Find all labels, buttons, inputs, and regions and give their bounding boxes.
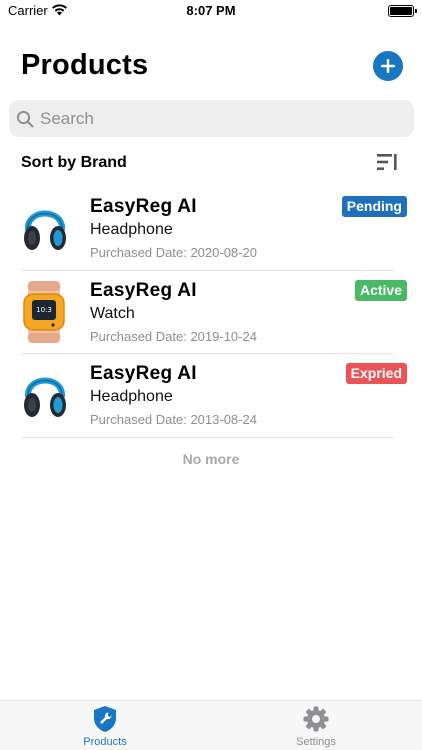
- status-badge-active: Active: [354, 279, 407, 301]
- product-list: EasyReg AI Headphone Purchased Date: 202…: [0, 187, 422, 438]
- tab-bar: Products Settings: [0, 700, 422, 750]
- add-product-button[interactable]: [373, 51, 403, 81]
- row-divider: [21, 436, 394, 438]
- product-name: EasyReg AI: [90, 196, 197, 217]
- watch-image: 10:3: [18, 280, 72, 343]
- headphone-image: [18, 199, 72, 257]
- purchase-date: Purchased Date: 2013-08-24: [90, 412, 257, 427]
- battery-icon: [388, 5, 417, 17]
- product-type: Headphone: [90, 388, 173, 405]
- search-input[interactable]: [40, 108, 380, 129]
- headphone-image: [18, 366, 72, 424]
- product-row[interactable]: 10:3 EasyReg AI Watch Purchased Date: 20…: [0, 271, 422, 354]
- product-row[interactable]: EasyReg AI Headphone Purchased Date: 202…: [0, 187, 422, 271]
- status-badge-pending: Pending: [341, 196, 407, 217]
- sort-label: Sort by Brand: [21, 154, 127, 171]
- status-badge-expired: Expried: [345, 363, 407, 384]
- plus-circle-icon: [381, 59, 395, 73]
- tab-products[interactable]: Products: [65, 705, 145, 748]
- gear-icon: [303, 706, 329, 732]
- purchase-date: Purchased Date: 2019-10-24: [90, 328, 257, 344]
- list-end-message: No more: [182, 451, 240, 467]
- clock: 8:07 PM: [186, 3, 236, 18]
- sort-icon[interactable]: [376, 152, 398, 172]
- search-bar[interactable]: [9, 100, 414, 137]
- search-icon: [16, 109, 36, 129]
- tab-settings-label: Settings: [296, 736, 336, 748]
- svg-text:10:3: 10:3: [36, 306, 52, 314]
- page-title: Products: [21, 49, 149, 81]
- product-type: Watch: [90, 304, 135, 322]
- tab-products-label: Products: [83, 736, 127, 748]
- purchase-date: Purchased Date: 2020-08-20: [90, 245, 257, 260]
- shield-wrench-icon: [94, 706, 116, 732]
- product-row[interactable]: EasyReg AI Headphone Purchased Date: 201…: [0, 354, 422, 438]
- product-name: EasyReg AI: [90, 363, 197, 384]
- product-type: Headphone: [90, 221, 173, 238]
- status-bar: Carrier 8:07 PM: [0, 0, 422, 22]
- product-name: EasyReg AI: [90, 279, 197, 301]
- products-screen: Carrier 8:07 PM Products Sort by Brand: [0, 0, 422, 750]
- tab-settings[interactable]: Settings: [276, 705, 356, 748]
